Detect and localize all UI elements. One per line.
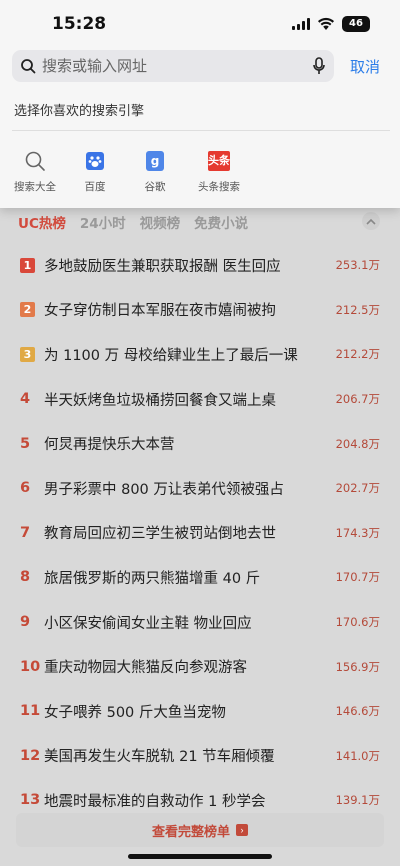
engine-label: 搜索大全 xyxy=(14,181,56,193)
list-item[interactable]: 1 多地鼓励医生兼职获取报酬 医生回应 253.1万 xyxy=(0,243,400,288)
item-title: 女子喂养 500 斤大鱼当宠物 xyxy=(44,704,226,721)
rank-badge: 2 xyxy=(20,302,35,318)
list-item[interactable]: 7 教育局回应初三学生被罚站倒地去世 174.3万 xyxy=(0,511,400,556)
list-item[interactable]: 5 何炅再提快乐大本营 204.8万 xyxy=(0,421,400,466)
item-heat: 139.1万 xyxy=(335,793,380,808)
rank-number: 7 xyxy=(20,524,31,541)
list-item[interactable]: 3 为 1100 万 母校给肄业生上了最后一课 212.2万 xyxy=(0,332,400,377)
collapse-button[interactable] xyxy=(362,212,380,230)
rank-number: 4 xyxy=(20,391,31,408)
arrow-right-icon: › xyxy=(236,824,248,836)
item-heat: 156.9万 xyxy=(335,659,380,674)
engine-label: 头条搜索 xyxy=(198,181,240,193)
engine-item-google[interactable]: g 谷歌 xyxy=(130,150,180,194)
search-input[interactable] xyxy=(42,57,312,75)
item-title: 何炅再提快乐大本营 xyxy=(44,437,175,454)
item-heat: 212.5万 xyxy=(335,302,380,317)
list-item[interactable]: 11 女子喂养 500 斤大鱼当宠物 146.6万 xyxy=(0,689,400,734)
rank-badge: 1 xyxy=(20,257,35,273)
toutiao-icon: 头条 xyxy=(208,150,230,172)
item-title: 小区保安偷闻女业主鞋 物业回应 xyxy=(44,615,252,632)
item-heat: 202.7万 xyxy=(335,481,380,496)
chevron-up-icon xyxy=(366,218,376,225)
tab-24h[interactable]: 24小时 xyxy=(80,212,126,232)
item-title: 地震时最标准的自救动作 1 秒学会 xyxy=(44,793,266,810)
engine-list: 搜索大全 百度 g 谷歌 头条 头条搜索 xyxy=(10,150,248,194)
wifi-icon xyxy=(318,17,334,30)
rank-number: 5 xyxy=(20,435,31,452)
cellular-signal-icon xyxy=(292,18,310,30)
google-icon: g xyxy=(144,150,166,172)
engine-item-toutiao[interactable]: 头条 头条搜索 xyxy=(190,150,248,194)
item-heat: 212.2万 xyxy=(335,347,380,362)
search-overlay: 15:28 46 取消 选 xyxy=(0,0,400,208)
item-title: 重庆动物园大熊猫反向参观游客 xyxy=(44,660,247,677)
item-heat: 206.7万 xyxy=(335,392,380,407)
battery-icon: 46 xyxy=(342,16,370,32)
item-heat: 146.6万 xyxy=(335,704,380,719)
rank-number: 6 xyxy=(20,480,31,497)
engine-label: 谷歌 xyxy=(144,181,166,193)
cancel-button[interactable]: 取消 xyxy=(350,56,380,77)
home-indicator[interactable] xyxy=(128,854,272,859)
list-item[interactable]: 8 旅居俄罗斯的两只熊猫增重 40 斤 170.7万 xyxy=(0,555,400,600)
item-title: 多地鼓励医生兼职获取报酬 医生回应 xyxy=(44,258,281,275)
search-icon xyxy=(21,59,36,74)
item-title: 为 1100 万 母校给肄业生上了最后一课 xyxy=(44,347,298,364)
item-title: 美国再发生火车脱轨 21 节车厢倾覆 xyxy=(44,749,275,766)
list-item[interactable]: 6 男子彩票中 800 万让表弟代领被强占 202.7万 xyxy=(0,466,400,511)
rank-badge: 3 xyxy=(20,346,35,362)
rank-number: 8 xyxy=(20,569,31,586)
engine-item-search-all[interactable]: 搜索大全 xyxy=(10,150,60,194)
view-full-list-label: 查看完整榜单 xyxy=(151,824,230,840)
search-row: 取消 xyxy=(12,50,392,82)
item-title: 女子穿仿制日本军服在夜市嬉闹被拘 xyxy=(44,303,276,320)
toutiao-glyph: 头条 xyxy=(208,151,230,171)
list-item[interactable]: 9 小区保安偷闻女业主鞋 物业回应 170.6万 xyxy=(0,600,400,645)
list-item[interactable]: 10 重庆动物园大熊猫反向参观游客 156.9万 xyxy=(0,644,400,689)
item-title: 半天妖烤鱼垃圾桶捞回餐食又端上桌 xyxy=(44,392,276,409)
microphone-icon[interactable] xyxy=(312,57,326,75)
hot-list: 1 多地鼓励医生兼职获取报酬 医生回应 253.1万 2 女子穿仿制日本军服在夜… xyxy=(0,243,400,823)
tab-free-novel[interactable]: 免费小说 xyxy=(194,212,248,232)
status-bar: 15:28 46 xyxy=(0,0,400,48)
item-heat: 174.3万 xyxy=(335,525,380,540)
google-glyph: g xyxy=(146,151,164,171)
search-box[interactable] xyxy=(12,50,334,82)
list-item[interactable]: 12 美国再发生火车脱轨 21 节车厢倾覆 141.0万 xyxy=(0,734,400,779)
rank-number: 10 xyxy=(20,658,41,675)
item-title: 男子彩票中 800 万让表弟代领被强占 xyxy=(44,481,284,498)
tab-uc-hot[interactable]: UC热榜 xyxy=(18,212,66,232)
hot-list-tabs: UC热榜 24小时 视频榜 免费小说 xyxy=(18,212,248,232)
status-time: 15:28 xyxy=(52,14,107,34)
tab-video[interactable]: 视频榜 xyxy=(140,212,181,232)
rank-number: 12 xyxy=(20,747,41,764)
rank-number: 13 xyxy=(20,792,41,809)
item-heat: 204.8万 xyxy=(335,436,380,451)
rank-number: 9 xyxy=(20,614,31,631)
item-heat: 141.0万 xyxy=(335,748,380,763)
list-item[interactable]: 4 半天妖烤鱼垃圾桶捞回餐食又端上桌 206.7万 xyxy=(0,377,400,422)
status-icons: 46 xyxy=(292,16,370,32)
item-title: 旅居俄罗斯的两只熊猫增重 40 斤 xyxy=(44,570,261,587)
divider xyxy=(12,130,390,131)
search-icon xyxy=(24,150,46,172)
item-heat: 170.7万 xyxy=(335,570,380,585)
item-title: 教育局回应初三学生被罚站倒地去世 xyxy=(44,526,276,543)
list-item[interactable]: 2 女子穿仿制日本军服在夜市嬉闹被拘 212.5万 xyxy=(0,288,400,333)
engine-item-baidu[interactable]: 百度 xyxy=(70,150,120,194)
rank-number: 11 xyxy=(20,703,41,720)
item-heat: 170.6万 xyxy=(335,615,380,630)
item-heat: 253.1万 xyxy=(335,258,380,273)
baidu-paw-icon xyxy=(84,150,106,172)
engine-picker-title: 选择你喜欢的搜索引擎 xyxy=(14,104,145,119)
engine-label: 百度 xyxy=(84,181,106,193)
view-full-list-button[interactable]: 查看完整榜单 › xyxy=(16,813,384,847)
